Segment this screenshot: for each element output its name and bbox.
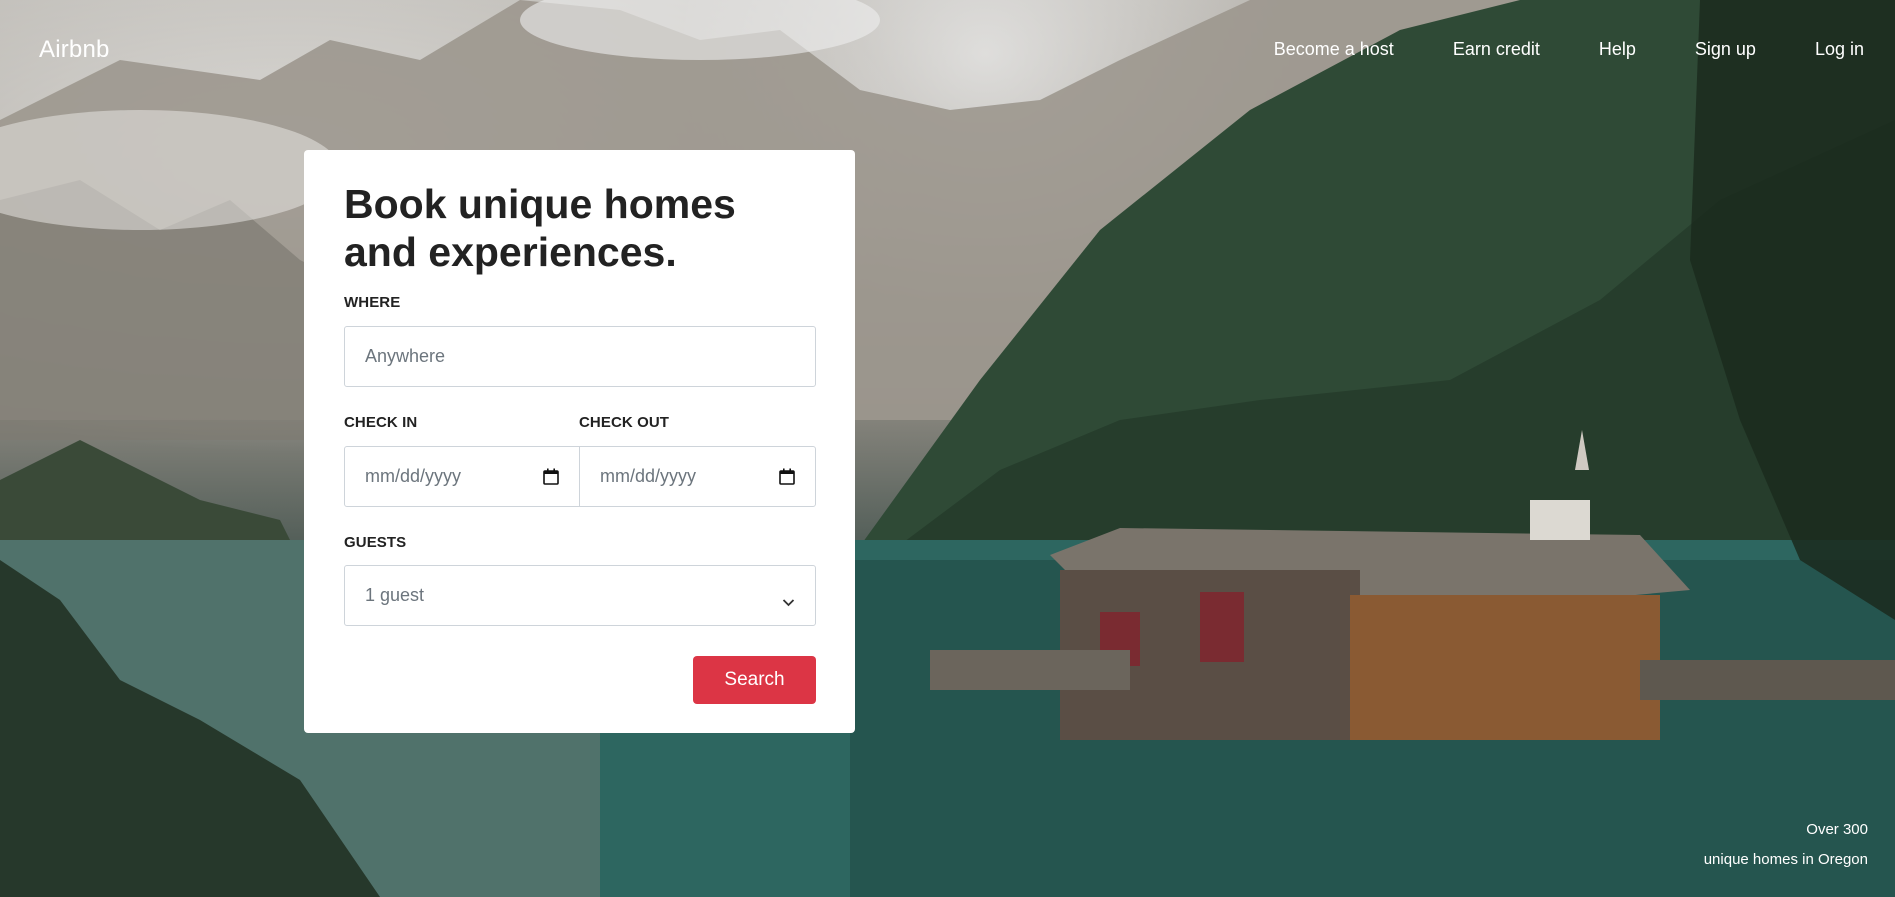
calendar-icon[interactable] bbox=[779, 468, 795, 485]
caption-line-1: Over 300 bbox=[1806, 821, 1868, 838]
nav-link-earn-credit[interactable]: Earn credit bbox=[1453, 39, 1540, 60]
hero-background: Airbnb Become a host Earn credit Help Si… bbox=[0, 0, 1895, 897]
guests-select[interactable]: 1 guest bbox=[344, 565, 816, 626]
check-out-label: CHECK OUT bbox=[579, 414, 670, 431]
calendar-icon[interactable] bbox=[543, 468, 559, 485]
where-label: WHERE bbox=[344, 294, 401, 311]
top-nav: Airbnb Become a host Earn credit Help Si… bbox=[0, 0, 1895, 100]
nav-link-log-in[interactable]: Log in bbox=[1815, 39, 1864, 60]
nav-link-become-a-host[interactable]: Become a host bbox=[1274, 39, 1394, 60]
nav-link-help[interactable]: Help bbox=[1599, 39, 1636, 60]
nav-links: Become a host Earn credit Help Sign up L… bbox=[1215, 39, 1864, 60]
landscape-photo bbox=[0, 0, 1895, 897]
search-button[interactable]: Search bbox=[693, 656, 816, 704]
guests-value: 1 guest bbox=[365, 585, 425, 605]
where-placeholder: Anywhere bbox=[365, 346, 446, 366]
booking-title: Book unique homes and experiences. bbox=[344, 181, 736, 275]
booking-card: Book unique homes and experiences. WHERE… bbox=[304, 150, 855, 733]
check-in-label: CHECK IN bbox=[344, 414, 418, 431]
caption-line-2: unique homes in Oregon bbox=[1703, 851, 1868, 868]
check-out-placeholder: mm/dd/yyyy bbox=[600, 466, 697, 486]
guests-label: GUESTS bbox=[344, 534, 407, 551]
where-input[interactable]: Anywhere bbox=[344, 326, 816, 387]
nav-link-sign-up[interactable]: Sign up bbox=[1695, 39, 1756, 60]
hero-caption: Over 300 unique homes in Oregon bbox=[1704, 815, 1868, 875]
chevron-down-icon bbox=[782, 591, 795, 607]
brand-logo-link[interactable]: Airbnb bbox=[39, 36, 110, 64]
check-in-date-input[interactable]: mm/dd/yyyy bbox=[344, 446, 580, 507]
check-out-date-input[interactable]: mm/dd/yyyy bbox=[579, 446, 816, 507]
check-in-placeholder: mm/dd/yyyy bbox=[365, 466, 462, 486]
